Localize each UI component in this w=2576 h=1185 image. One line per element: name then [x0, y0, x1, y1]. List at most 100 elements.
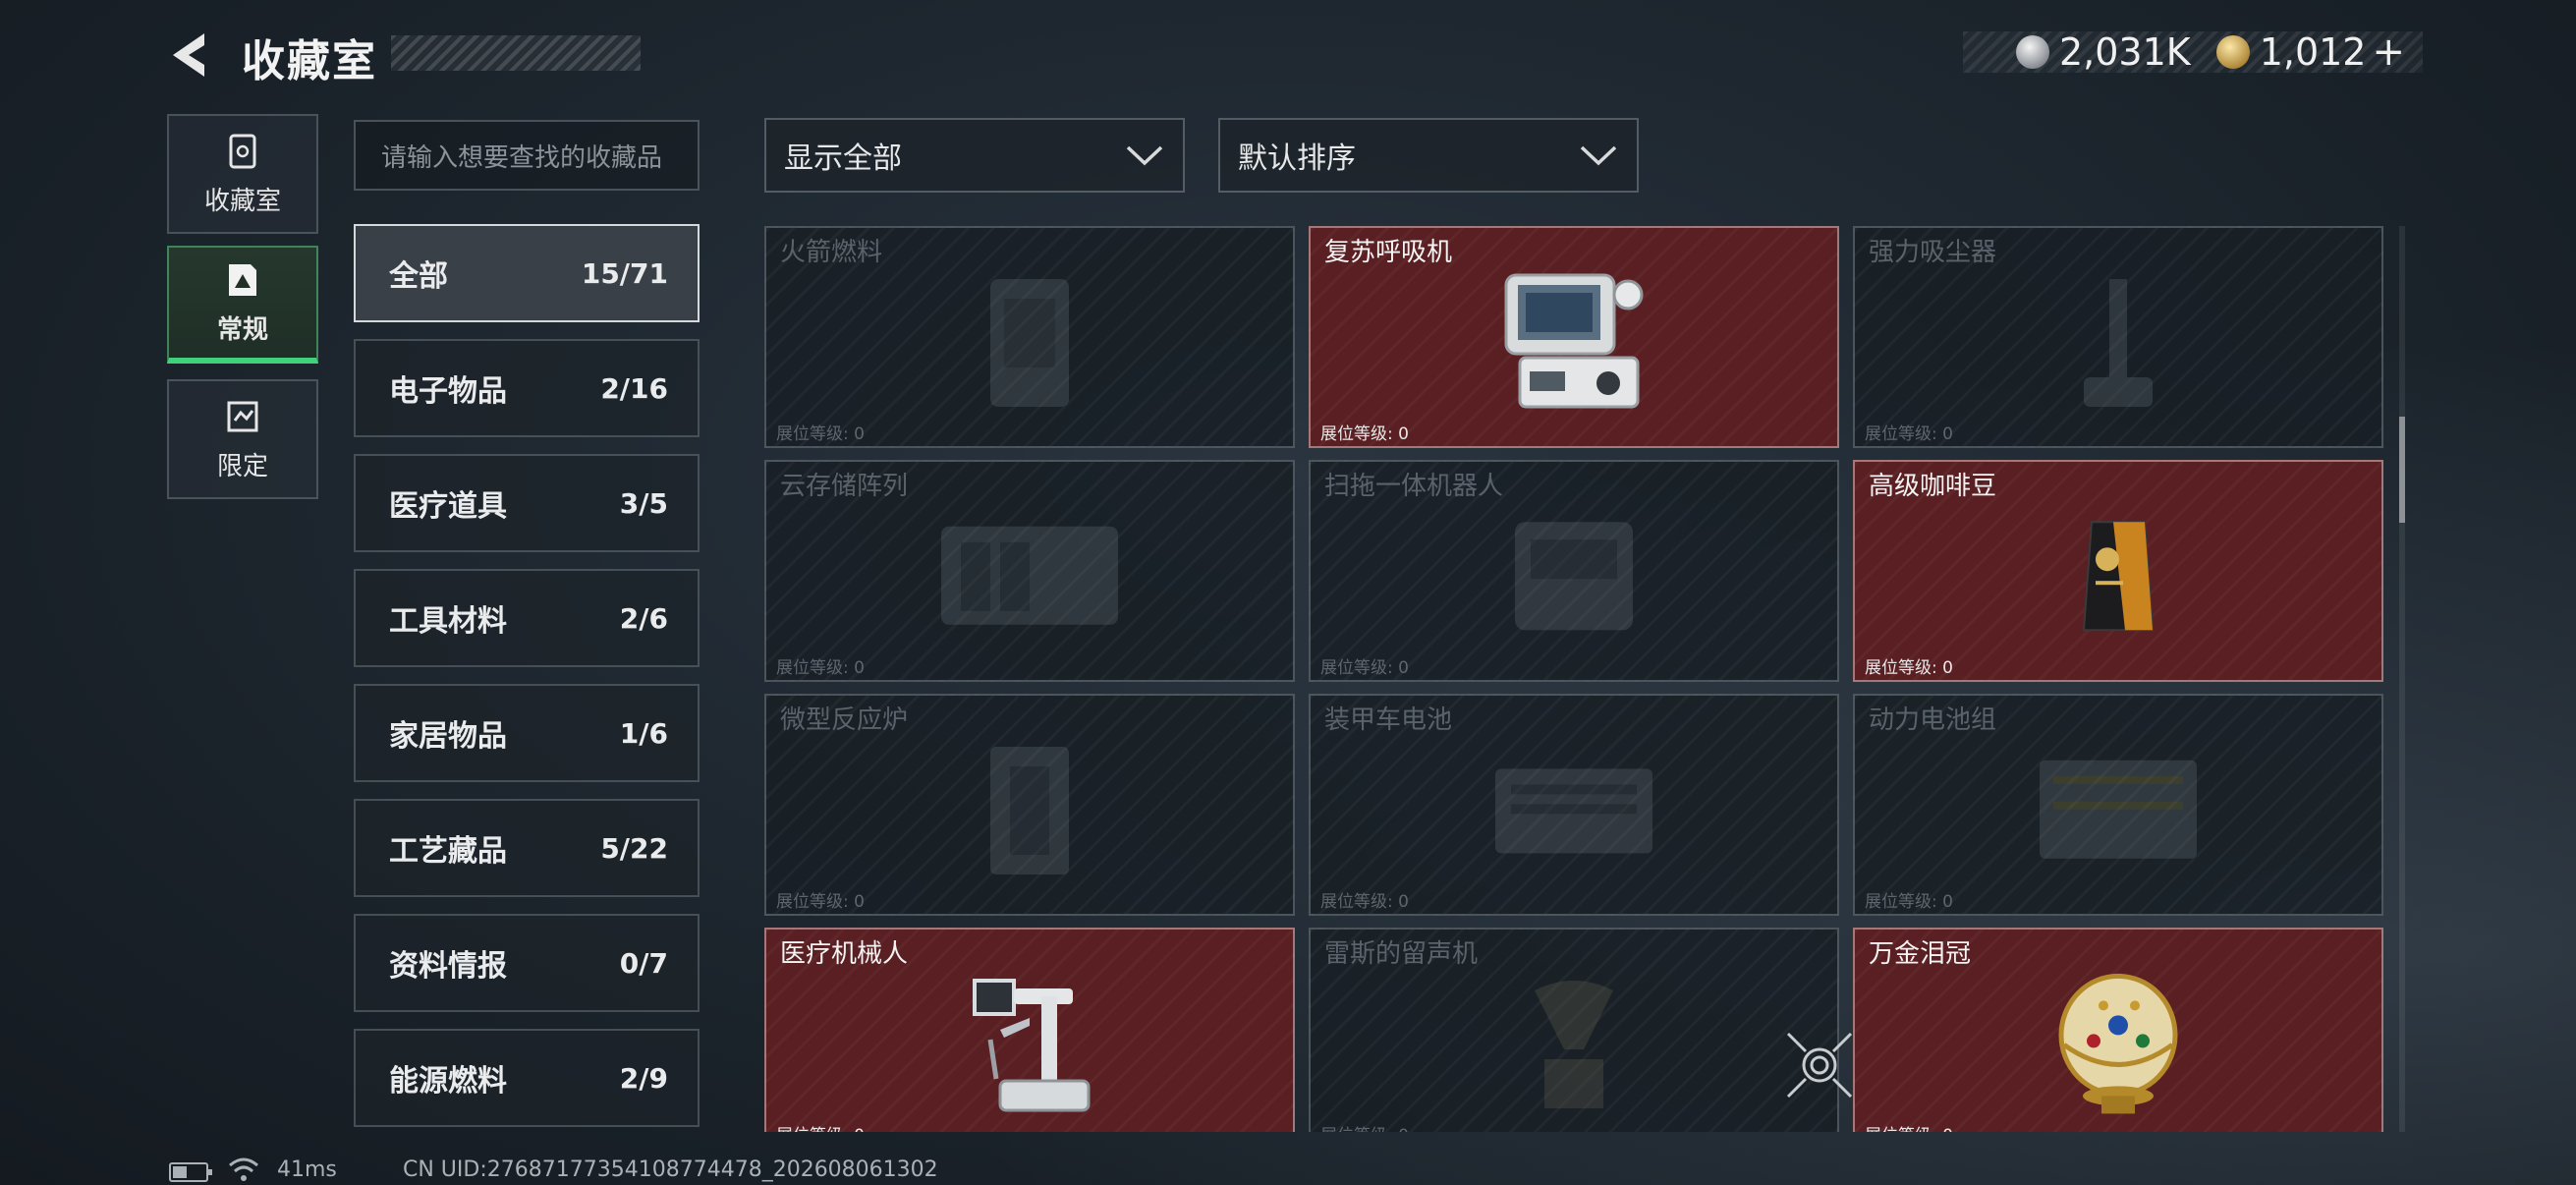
category-count: 15/71	[581, 256, 668, 290]
regular-collection-icon	[229, 263, 256, 296]
sort-value: 默认排序	[1238, 141, 1356, 176]
display-level: 展位等级: 0	[1865, 1121, 1953, 1132]
coffee-bag-icon	[2082, 521, 2155, 632]
item-name: 装甲车电池	[1324, 705, 1453, 735]
category-label: 医疗道具	[389, 489, 507, 524]
display-level: 展位等级: 0	[1865, 892, 1953, 912]
limited-collection-icon	[227, 401, 258, 431]
display-level: 展位等级: 0	[1320, 1121, 1409, 1132]
category-count: 2/6	[619, 601, 668, 635]
jeweled-egg-icon	[2058, 973, 2178, 1114]
display-level: 展位等级: 0	[1865, 424, 1953, 444]
display-level: 展位等级: 0	[776, 1121, 865, 1132]
category-label: 工艺藏品	[389, 834, 507, 869]
item-card[interactable]: 云存储阵列 展位等级: 0	[764, 460, 1295, 682]
display-level: 展位等级: 0	[1320, 892, 1409, 912]
display-level: 展位等级: 0	[776, 424, 865, 444]
grid-scroll-thumb[interactable]	[2399, 417, 2405, 523]
category-count: 2/16	[600, 371, 668, 405]
item-name: 扫拖一体机器人	[1324, 472, 1504, 501]
chevron-down-icon	[1126, 145, 1163, 166]
category-label: 全部	[389, 259, 448, 294]
storage-array-icon	[941, 526, 1118, 625]
back-arrow-icon[interactable]	[165, 29, 216, 81]
rocket-fuel-icon	[990, 279, 1069, 407]
item-card[interactable]: 万金泪冠 展位等级: 0	[1853, 928, 2383, 1132]
item-name: 高级咖啡豆	[1869, 472, 1997, 501]
item-card[interactable]: 雷斯的留声机 展位等级: 0	[1309, 928, 1839, 1132]
category-count: 3/5	[619, 486, 668, 520]
category-label: 家居物品	[389, 719, 507, 754]
mini-reactor-icon	[990, 747, 1069, 875]
category-medical[interactable]: 医疗道具 3/5	[354, 454, 700, 552]
category-crafts[interactable]: 工艺藏品 5/22	[354, 799, 700, 897]
silver-currency-value: 2,031K	[2058, 30, 2191, 74]
item-card[interactable]: 装甲车电池 展位等级: 0	[1309, 694, 1839, 916]
category-all[interactable]: 全部 15/71	[354, 224, 700, 322]
item-name: 强力吸尘器	[1869, 238, 1997, 267]
category-count: 0/7	[619, 946, 668, 980]
search-placeholder: 请输入想要查找的收藏品	[381, 142, 663, 173]
vacuum-cleaner-icon	[2084, 279, 2153, 407]
item-name: 火箭燃料	[780, 238, 883, 267]
display-level: 展位等级: 0	[1320, 424, 1409, 444]
category-tools[interactable]: 工具材料 2/6	[354, 569, 700, 667]
wifi-icon	[229, 1157, 258, 1181]
sort-dropdown[interactable]: 默认排序	[1218, 118, 1639, 193]
item-card[interactable]: 医疗机械人 展位等级: 0	[764, 928, 1295, 1132]
tab-regular[interactable]: 常规	[167, 246, 318, 364]
add-currency-button[interactable]: +	[2372, 29, 2405, 75]
ventilator-icon	[1504, 273, 1644, 409]
item-name: 复苏呼吸机	[1324, 238, 1453, 267]
currency-bar: 2,031K 1,012 +	[1963, 29, 2423, 75]
tab-limited[interactable]: 限定	[167, 379, 318, 499]
gold-currency[interactable]: 1,012 +	[2215, 29, 2405, 75]
item-card[interactable]: 动力电池组 展位等级: 0	[1853, 694, 2383, 916]
item-name: 万金泪冠	[1869, 939, 1972, 969]
grid-scrollbar[interactable]	[2399, 226, 2405, 1132]
item-name: 雷斯的留声机	[1324, 939, 1479, 969]
chevron-down-icon	[1580, 145, 1617, 166]
tab-collection-room-label: 收藏室	[203, 186, 281, 216]
category-label: 工具材料	[389, 604, 507, 639]
item-card[interactable]: 扫拖一体机器人 展位等级: 0	[1309, 460, 1839, 682]
collection-grid: 火箭燃料 展位等级: 0 复苏呼吸机 展位等级: 0 强力吸尘器 展位等级: 0…	[764, 226, 2385, 1132]
silver-currency: 2,031K	[2015, 30, 2191, 74]
gold-currency-value: 1,012	[2259, 30, 2367, 74]
title-decoration	[391, 35, 641, 71]
robot-vacuum-icon	[1515, 522, 1633, 631]
display-filter-dropdown[interactable]: 显示全部	[764, 118, 1185, 193]
item-card[interactable]: 复苏呼吸机 展位等级: 0	[1309, 226, 1839, 448]
item-card[interactable]: 微型反应炉 展位等级: 0	[764, 694, 1295, 916]
category-fuel[interactable]: 能源燃料 2/9	[354, 1029, 700, 1127]
category-count: 1/6	[619, 716, 668, 750]
item-card[interactable]: 强力吸尘器 展位等级: 0	[1853, 226, 2383, 448]
display-level: 展位等级: 0	[776, 892, 865, 912]
collection-room-icon	[229, 134, 256, 168]
item-card[interactable]: 火箭燃料 展位等级: 0	[764, 226, 1295, 448]
battery-pack-icon	[2040, 760, 2197, 859]
item-card[interactable]: 高级咖啡豆 展位等级: 0	[1853, 460, 2383, 682]
item-name: 医疗机械人	[780, 939, 909, 969]
category-electronics[interactable]: 电子物品 2/16	[354, 339, 700, 437]
gold-coin-icon	[2215, 35, 2250, 69]
display-level: 展位等级: 0	[776, 658, 865, 678]
search-input[interactable]: 请输入想要查找的收藏品	[354, 120, 700, 191]
category-intel[interactable]: 资料情报 0/7	[354, 914, 700, 1012]
display-filter-value: 显示全部	[784, 141, 902, 176]
user-uid: CN UID:27687177354108774478_202608061302	[403, 1157, 938, 1182]
category-household[interactable]: 家居物品 1/6	[354, 684, 700, 782]
category-count: 5/22	[600, 831, 668, 865]
tab-limited-label: 限定	[216, 451, 268, 481]
item-name: 云存储阵列	[780, 472, 909, 501]
tab-regular-label: 常规	[216, 314, 268, 345]
display-level: 展位等级: 0	[1865, 658, 1953, 678]
ping-value: 41ms	[277, 1157, 337, 1182]
silver-coin-icon	[2015, 35, 2049, 69]
display-level: 展位等级: 0	[1320, 658, 1409, 678]
item-name: 微型反应炉	[780, 705, 909, 735]
crosshair-icon[interactable]	[1784, 1030, 1855, 1100]
medical-robot-icon	[973, 979, 1091, 1112]
category-label: 能源燃料	[389, 1064, 507, 1099]
tab-collection-room[interactable]: 收藏室	[167, 114, 318, 234]
